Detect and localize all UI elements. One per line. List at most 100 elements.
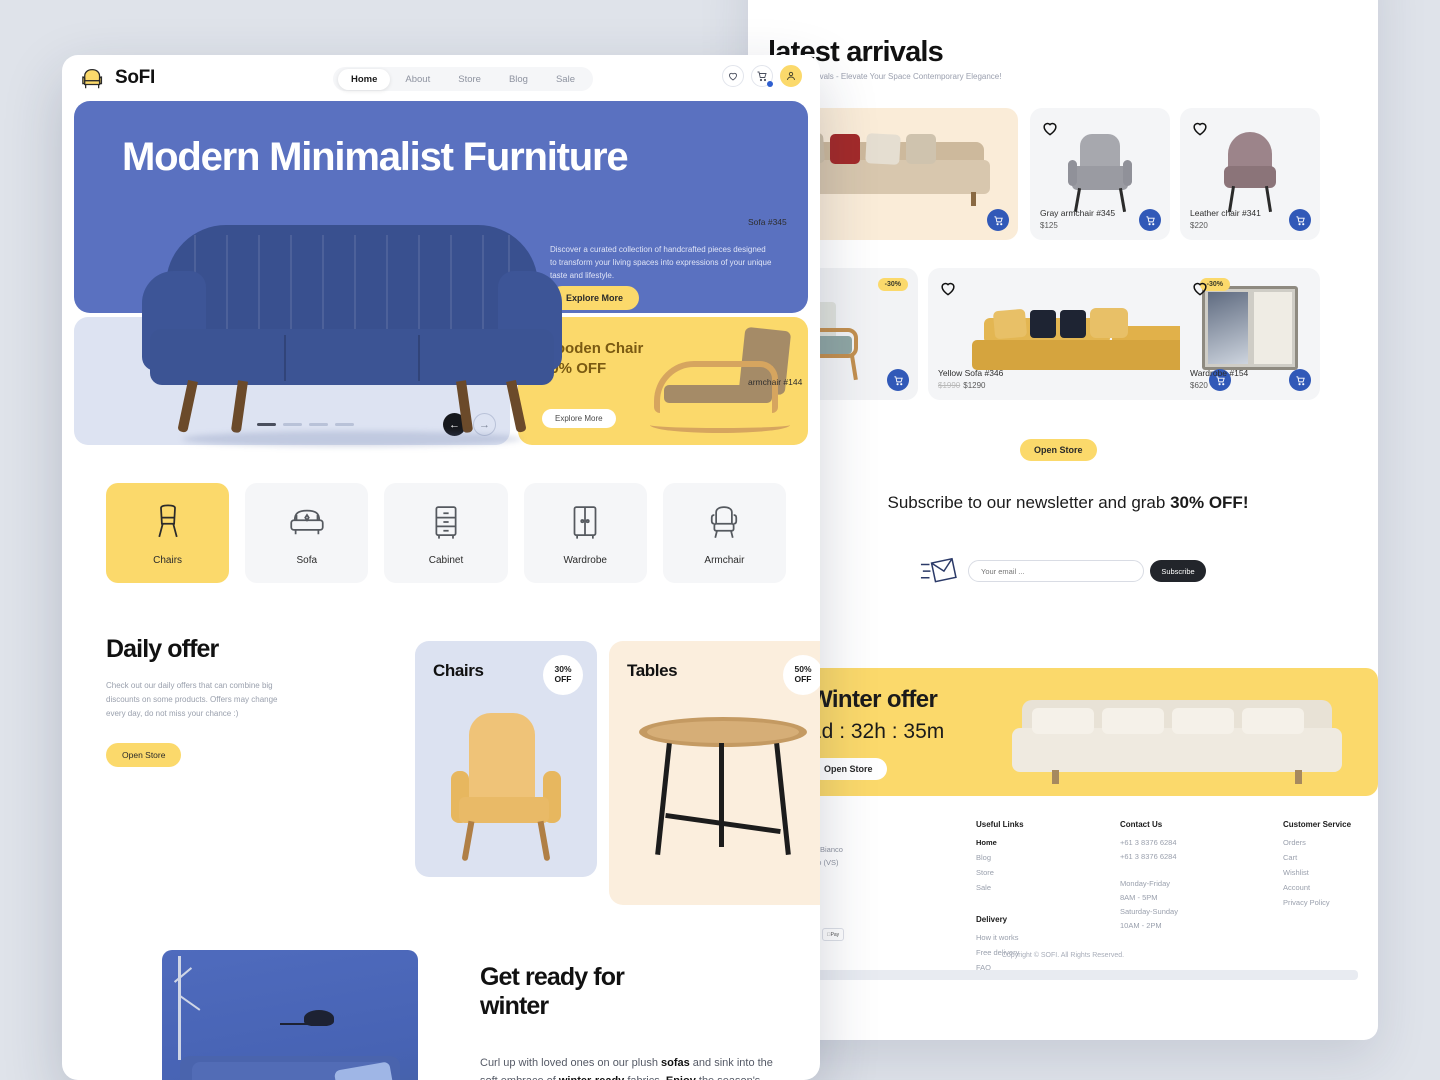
offer-discount-badge: 50% OFF: [783, 655, 820, 695]
wishlist-heart-icon[interactable]: [1190, 118, 1210, 138]
product-name: Sofa #345: [748, 217, 787, 227]
wishlist-heart-icon[interactable]: [1040, 118, 1060, 138]
footer-bottom-bar: [768, 970, 1358, 980]
daily-offer-section: Daily offer Check out our daily offers t…: [106, 635, 356, 767]
daily-offer-text: Check out our daily offers that can comb…: [106, 681, 278, 718]
nav-item-about[interactable]: About: [392, 69, 443, 90]
hero-blue-sofa-image: [142, 225, 562, 475]
category-cabinet[interactable]: Cabinet: [384, 483, 508, 583]
yellow-armchair-image: [451, 713, 561, 863]
hero-explore-more-button[interactable]: Explore More: [550, 286, 640, 310]
footer-link[interactable]: Cart: [1283, 853, 1351, 862]
add-to-cart-button[interactable]: [987, 209, 1009, 231]
cart-badge-dot: [767, 81, 773, 87]
open-store-button-arrivals[interactable]: Open Store: [1020, 439, 1097, 461]
product-price: $620: [1190, 381, 1208, 390]
copyright-text: Copyright © SOFI. All Rights Reserved.: [1001, 952, 1125, 959]
product-card[interactable]: Leather chair #341 $220: [1180, 108, 1320, 240]
top-navigation-bar: SoFI Home About Store Blog Sale: [62, 55, 820, 103]
primary-page-panel: SoFI Home About Store Blog Sale Modern M…: [62, 55, 820, 1080]
footer-link[interactable]: Home: [976, 838, 1024, 847]
winter-offer-open-store-button[interactable]: Open Store: [810, 758, 887, 780]
footer-column-title: Contact Us: [1120, 820, 1163, 829]
nav-item-store[interactable]: Store: [445, 69, 494, 90]
product-meta: Yellow Sofa #346 $1990 $1290: [938, 368, 1003, 390]
category-chairs[interactable]: Chairs: [106, 483, 230, 583]
category-wardrobe[interactable]: Wardrobe: [523, 483, 647, 583]
wishlist-icon[interactable]: [722, 65, 744, 87]
sofa-shadow: [182, 431, 522, 447]
footer-link[interactable]: Store: [976, 868, 1024, 877]
contact-line: 8AM - 5PM: [1120, 893, 1158, 902]
winter-text-bold: Enjoy: [666, 1075, 696, 1080]
sofa-seat: [150, 329, 554, 385]
contact-line: +61 3 8376 6284: [1120, 852, 1177, 861]
footer-link[interactable]: Sale: [976, 883, 1024, 892]
subscribe-button[interactable]: Subscribe: [1150, 560, 1206, 582]
footer-column-title: Delivery: [976, 915, 1008, 924]
lamp-icon: [280, 1010, 334, 1036]
winter-title: Get ready for winter: [480, 963, 790, 1021]
footer-column-title: Useful Links: [976, 820, 1024, 829]
footer-link[interactable]: Account: [1283, 883, 1351, 892]
discount-word: OFF: [554, 674, 572, 684]
category-sofa[interactable]: Sofa: [245, 483, 369, 583]
newsletter-email-input[interactable]: [968, 560, 1144, 582]
brand-name: SoFI: [115, 67, 155, 88]
discount-word: OFF: [794, 674, 812, 684]
top-icon-group: [722, 65, 802, 87]
brand-logo[interactable]: SoFI: [80, 65, 155, 91]
account-icon[interactable]: [780, 65, 802, 87]
category-armchair[interactable]: Armchair: [662, 483, 787, 583]
category-label: Sofa: [296, 554, 318, 566]
winter-text-bold: sofas: [661, 1056, 690, 1069]
add-to-cart-button[interactable]: [1289, 209, 1311, 231]
leather-chair-image: [1218, 128, 1282, 213]
winter-offer-banner: Winter offer 1d : 32h : 35m Open Store: [748, 668, 1378, 796]
footer-link[interactable]: How it works: [976, 933, 1019, 942]
cart-icon[interactable]: [751, 65, 773, 87]
newsletter-title: Subscribe to our newsletter and grab 30%…: [868, 492, 1268, 515]
product-meta: Leather chair #341 $220: [1190, 208, 1261, 230]
screenshot-stage: Open Store latest arrivals Our Latest Ar…: [0, 0, 1440, 1080]
product-meta: Gray armchair #345 $125: [1040, 208, 1115, 230]
product-card[interactable]: Gray armchair #345 $125: [1030, 108, 1170, 240]
secondary-page-panel: Open Store latest arrivals Our Latest Ar…: [748, 0, 1378, 1040]
product-price: $220: [1190, 221, 1208, 230]
product-name: armchair #144: [748, 377, 803, 387]
contact-line: Monday-Friday: [1120, 879, 1171, 888]
offer-card-chairs[interactable]: Chairs 30% OFF: [415, 641, 597, 877]
winter-offer-title: Winter offer: [810, 686, 938, 713]
product-card[interactable]: Wardrobe #154 $620: [1180, 268, 1320, 400]
footer-link[interactable]: Wishlist: [1283, 868, 1351, 877]
add-to-cart-button[interactable]: [1139, 209, 1161, 231]
round-table-image: [639, 717, 807, 863]
winter-text-bold: winter-ready: [559, 1075, 624, 1080]
wishlist-heart-icon[interactable]: [938, 278, 958, 298]
daily-offer-title: Daily offer: [106, 635, 219, 663]
wishlist-heart-icon[interactable]: [1190, 278, 1210, 298]
footer-link[interactable]: Orders: [1283, 838, 1351, 847]
offer-card-tables[interactable]: Tables 50% OFF: [609, 641, 820, 905]
nav-item-blog[interactable]: Blog: [496, 69, 541, 90]
main-nav: Home About Store Blog Sale: [333, 67, 593, 91]
add-to-cart-button[interactable]: [1289, 369, 1311, 391]
category-label: Armchair: [704, 554, 745, 566]
nav-item-sale[interactable]: Sale: [543, 69, 588, 90]
product-old-price: $1990: [938, 381, 961, 390]
daily-offer-open-store-button[interactable]: Open Store: [106, 743, 182, 767]
wardrobe-icon: [573, 505, 597, 539]
footer-column-customer-service: Customer Service Orders Cart Wishlist Ac…: [1283, 820, 1351, 913]
winter-title-line2: winter: [480, 991, 549, 1020]
category-label: Wardrobe: [563, 554, 607, 566]
sofa-icon: [290, 509, 324, 534]
white-sofa-image: [1012, 684, 1342, 784]
offer-discount-badge: 30% OFF: [543, 655, 583, 695]
footer-link[interactable]: Blog: [976, 853, 1024, 862]
add-to-cart-button[interactable]: [887, 369, 909, 391]
contact-line: +61 3 8376 6284: [1120, 838, 1177, 847]
contact-spacer: [1120, 866, 1178, 874]
nav-item-home[interactable]: Home: [338, 68, 391, 90]
applepay-icon: Pay: [822, 928, 844, 941]
footer-link[interactable]: Privacy Policy: [1283, 898, 1351, 907]
